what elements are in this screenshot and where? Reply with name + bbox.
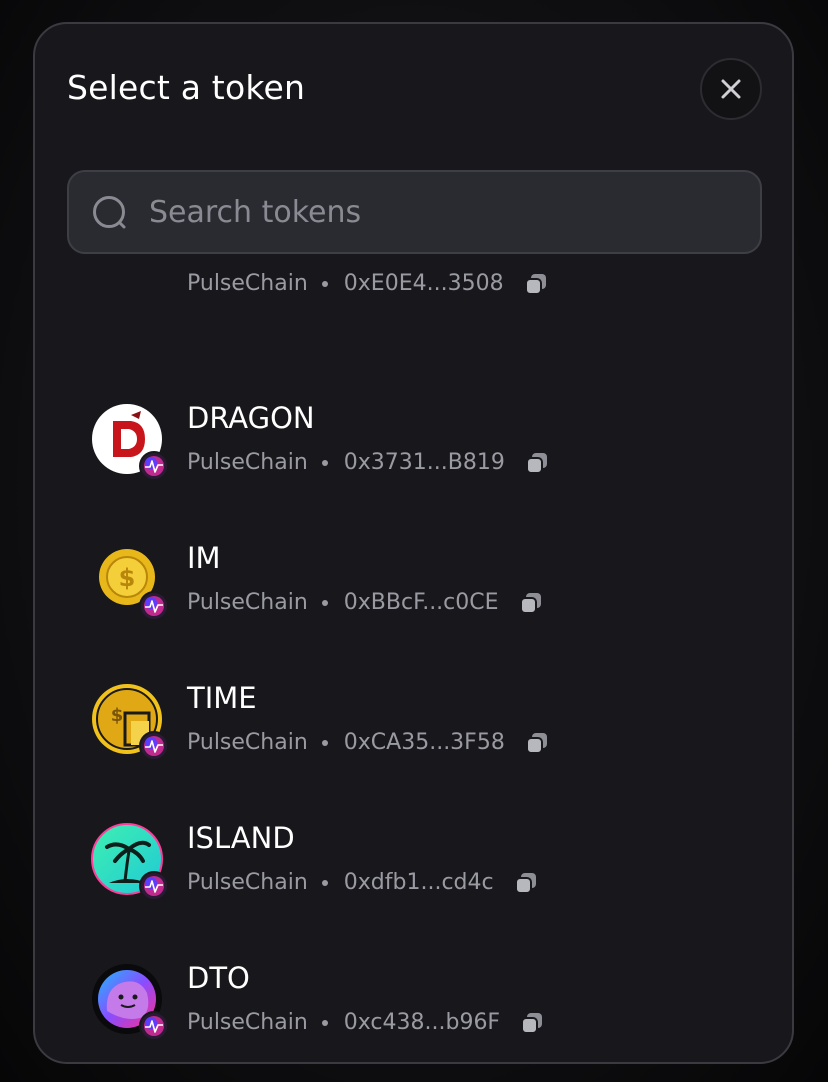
token-meta: PulseChain 0xc438...b96F <box>187 1009 544 1037</box>
svg-text:$: $ <box>111 705 124 726</box>
token-symbol: IM <box>187 541 221 575</box>
copy-icon[interactable] <box>520 1011 544 1035</box>
pulsechain-badge-icon <box>139 451 169 481</box>
token-symbol: DTO <box>187 961 250 995</box>
separator-dot <box>321 880 328 886</box>
pulsechain-badge-icon <box>139 731 169 761</box>
separator-dot <box>321 740 328 746</box>
token-row[interactable]: DRAGON PulseChain 0x3731...B819 <box>35 383 792 523</box>
token-row[interactable]: ISLAND PulseChain 0xdfb1...cd4c <box>35 803 792 943</box>
close-button[interactable] <box>700 58 762 120</box>
pulsechain-badge-icon <box>139 591 169 621</box>
token-meta: PulseChain 0xCA35...3F58 <box>187 729 549 757</box>
separator-dot <box>321 1020 328 1026</box>
search-icon <box>93 196 126 229</box>
copy-icon[interactable] <box>524 272 548 296</box>
token-address: 0xdfb1...cd4c <box>343 870 494 895</box>
token-chain: PulseChain <box>187 1010 308 1035</box>
search-box[interactable] <box>67 170 762 254</box>
copy-icon[interactable] <box>514 871 538 895</box>
separator-dot <box>321 600 328 606</box>
separator-dot <box>321 281 328 287</box>
token-symbol: TIME <box>187 681 257 715</box>
token-meta: PulseChain 0xdfb1...cd4c <box>187 869 538 897</box>
copy-icon[interactable] <box>519 591 543 615</box>
token-address: 0xBBcF...c0CE <box>343 590 499 615</box>
close-icon <box>721 79 741 99</box>
token-row[interactable]: $ IM PulseChain 0xBBcF...c0CE <box>35 523 792 663</box>
token-row[interactable]: PulseChain 0xE0E4...3508 <box>35 270 792 296</box>
token-row[interactable]: $ TIME PulseChain 0xCA35...3F58 <box>35 663 792 803</box>
modal-title: Select a token <box>67 68 306 107</box>
token-row[interactable]: DTO PulseChain 0xc438...b96F <box>35 943 792 1062</box>
token-list[interactable]: PulseChain 0xE0E4...3508 DRAGON PulseCha… <box>35 270 792 1062</box>
token-address: 0x3731...B819 <box>343 450 505 475</box>
svg-text:$: $ <box>119 564 136 592</box>
token-meta: PulseChain 0x3731...B819 <box>187 449 549 477</box>
token-chain: PulseChain <box>187 271 308 296</box>
copy-icon[interactable] <box>525 451 549 475</box>
token-chain: PulseChain <box>187 590 308 615</box>
token-chain: PulseChain <box>187 870 308 895</box>
token-symbol: ISLAND <box>187 821 295 855</box>
pulsechain-badge-icon <box>139 871 169 901</box>
token-address: 0xc438...b96F <box>343 1010 501 1035</box>
token-chain: PulseChain <box>187 450 308 475</box>
token-meta: PulseChain 0xBBcF...c0CE <box>187 589 543 617</box>
token-address: 0xE0E4...3508 <box>343 271 504 296</box>
token-meta: PulseChain 0xE0E4...3508 <box>187 270 548 298</box>
separator-dot <box>321 460 328 466</box>
token-chain: PulseChain <box>187 730 308 755</box>
token-address: 0xCA35...3F58 <box>343 730 505 755</box>
copy-icon[interactable] <box>525 731 549 755</box>
pulsechain-badge-icon <box>139 1011 169 1041</box>
search-input[interactable] <box>149 172 739 252</box>
select-token-modal: Select a token Search tokens PulseChain … <box>33 22 794 1064</box>
token-symbol: DRAGON <box>187 401 315 435</box>
